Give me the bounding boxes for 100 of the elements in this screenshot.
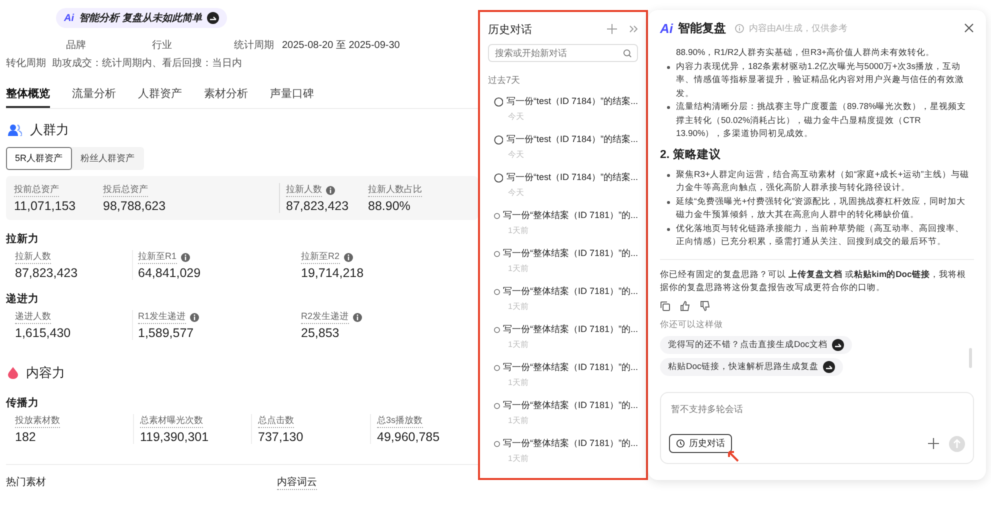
stat-label: 拉新人数 bbox=[15, 250, 51, 264]
group-title: 传播力 bbox=[6, 396, 40, 410]
conversation-time: 1天前 bbox=[508, 377, 530, 388]
info-icon[interactable] bbox=[326, 186, 335, 194]
stat-label: 拉新至R2 bbox=[301, 250, 340, 264]
tab[interactable]: 人群资产 bbox=[138, 82, 182, 108]
stat-label: 总素材曝光次数 bbox=[140, 414, 203, 428]
chat-icon bbox=[494, 172, 504, 182]
report-text: 延续“免费强曝光+付费强转化”资源配比，巩固挑战赛杠杆效应，同时加大磁力金牛预算倾斜，放大其在高意向人群中的转化稀缺价值。 bbox=[676, 194, 967, 221]
stat-value: 737,130 bbox=[258, 430, 304, 444]
report-heading: 2. 策略建议 bbox=[660, 147, 722, 162]
stat-label: 总3s播放数 bbox=[377, 414, 423, 428]
close-icon[interactable] bbox=[964, 23, 974, 33]
info-icon[interactable] bbox=[180, 252, 190, 262]
section-title: 人群力 bbox=[30, 121, 69, 139]
conversation-time: 今天 bbox=[508, 149, 525, 160]
thumbs-up-icon[interactable] bbox=[680, 300, 690, 310]
section-title: 热门素材 bbox=[6, 476, 46, 490]
plus-icon[interactable] bbox=[607, 24, 617, 34]
suggestion-chip[interactable]: 粘贴Doc链接，快速解析思路生成复盘 bbox=[660, 358, 844, 376]
stat-value: 1,615,430 bbox=[15, 326, 72, 340]
pointer-arrow-icon bbox=[727, 450, 739, 462]
search-icon[interactable] bbox=[623, 49, 632, 58]
conversation-time: 1天前 bbox=[508, 263, 530, 274]
plus-icon[interactable] bbox=[928, 438, 939, 449]
conversation-time: 今天 bbox=[508, 111, 525, 122]
conversation-item[interactable]: 写一份“整体结案（ID 7181）”的... bbox=[502, 209, 638, 222]
sub-tab[interactable]: 粉丝人群资产 bbox=[72, 147, 144, 170]
report-text: 聚焦R3+人群定向运营，结合高互动素材（如“家庭+成长+运动”主线）与磁力金牛等高意向触点，强化高阶人群承接与转化路径设计。 bbox=[676, 168, 970, 194]
chat-icon bbox=[494, 210, 500, 220]
search-field[interactable]: 搜索或开始新对话 bbox=[488, 44, 638, 62]
disclaimer: 内容由AI生成，仅供参考 bbox=[749, 22, 849, 34]
thumbs-down-icon[interactable] bbox=[700, 300, 710, 310]
info-icon[interactable] bbox=[344, 252, 353, 262]
conversation-time: 1天前 bbox=[508, 225, 530, 236]
conversation-item[interactable]: 写一份“test（ID 7184）”的结案... bbox=[506, 133, 638, 146]
stat-label: 拉新人数 bbox=[286, 183, 322, 197]
conversation-item[interactable]: 写一份“整体结案（ID 7181）”的... bbox=[502, 323, 638, 336]
chat-icon bbox=[494, 438, 500, 448]
stat-value: 88.90% bbox=[368, 199, 412, 213]
conversation-item[interactable]: 写一份“整体结案（ID 7181）”的... bbox=[502, 399, 638, 412]
conversation-time: 1天前 bbox=[508, 301, 530, 312]
conversation-time: 1天前 bbox=[508, 453, 530, 464]
stat-value: 19,714,218 bbox=[301, 266, 365, 280]
tab[interactable]: 素材分析 bbox=[204, 82, 248, 108]
report-text: 流量结构清晰分层：挑战赛主导广度覆盖（89.78%曝光次数），星视频支撑主转化（50.02%消耗占比），磁力金牛凸显精度提效（CTR 13.90%），多渠道协同初见成效。 bbox=[676, 100, 968, 140]
arrow-circle-icon bbox=[206, 12, 219, 24]
group-title: 拉新力 bbox=[6, 232, 40, 246]
bullet-icon bbox=[667, 200, 670, 204]
stat-label: 投放素材数 bbox=[15, 414, 60, 428]
info-icon[interactable] bbox=[352, 312, 362, 322]
conversion-value: 助攻成交：统计周期内、看后回搜：当日内 bbox=[52, 56, 242, 70]
stat-value: 25,853 bbox=[301, 326, 340, 340]
stat-value: 1,589,577 bbox=[138, 326, 195, 340]
conversion-label: 转化周期 bbox=[6, 56, 46, 70]
bullet-icon bbox=[667, 66, 670, 68]
meta-label: 品牌 bbox=[66, 39, 86, 52]
tab[interactable]: 流量分析 bbox=[72, 82, 116, 108]
meta-value: 2025-08-20 至 2025-09-30 bbox=[282, 39, 400, 52]
stat-value: 119,390,301 bbox=[140, 430, 210, 444]
chat-icon bbox=[494, 400, 500, 410]
stat-value: 182 bbox=[15, 430, 37, 444]
stat-value: 87,823,423 bbox=[286, 199, 350, 213]
collapse-icon[interactable] bbox=[629, 25, 638, 33]
report-text: 88.90%，R1/R2人群夯实基础，但R3+高价值人群尚未有效转化。 bbox=[676, 46, 936, 59]
copy-icon[interactable] bbox=[660, 300, 670, 310]
group-label: 过去7天 bbox=[488, 74, 522, 87]
section-title: 内容词云 bbox=[277, 475, 317, 490]
stat-label: R1发生递进 bbox=[138, 310, 186, 324]
bullet-icon bbox=[667, 228, 670, 230]
sub-tab[interactable]: 5R人群资产 bbox=[6, 147, 72, 170]
ai-promo-badge[interactable]: Ai 智能分析 复盘从未如此简单 bbox=[56, 8, 227, 28]
chat-icon bbox=[494, 362, 500, 372]
conversation-item[interactable]: 写一份“整体结案（ID 7181）”的... bbox=[502, 285, 638, 298]
stat-label: R2发生递进 bbox=[301, 310, 349, 324]
assistant-panel: Ai 智能复盘 内容由AI生成，仅供参考 88.90%，R1/R2人群夯实基础，但R3+高价值人群尚未有效转化。 内容力表现优异，182条素材驱动1.2亿次曝光与5000万+次3s播放，互动率、情感值等指标显著提升，验证精品化内容对用户兴趣与信任的有效激发。 流量结构清晰分层：挑战赛主导广度覆盖（89.78%曝光次数），星视频支撑主转化（50.02%消耗占比），磁力金牛凸显精度提效（CTR 13.90%），多渠道协同初见成效。 2. 策略建议 聚焦R3+人群定向运营，结合高互动素材（如“家庭+成长+运动”主线）与磁力金牛等高意向触点，强化高阶人群承接与转化路径设计。 延续“免费强曝光+付费强转化”资源配比，巩固挑战赛杠杆效应，同时加大磁力金牛预算倾斜，放大其在高意向人群中的转化稀缺价值。 优化落地页与转化链路承接能力，当前种草势能（高互动率、高回搜率、正向情感）已充分积累，亟需打通从关注、回搜到成交的最后环节。 你已经有固定的复盘思路？可以 上传复盘文档 或粘贴kim的Doc链接，我将根据你的复盘思路将这份复盘报告改写成更符合你的口吻。 你还可以这样做 觉得写的还不错？点击直接生成Doc文档 粘贴Doc链接，快速解析思路生成复盘 暂不支持多轮会话 历史对话 bbox=[648, 10, 986, 480]
conversation-item[interactable]: 写一份“整体结案（ID 7181）”的... bbox=[502, 247, 638, 260]
conversation-item[interactable]: 写一份“整体结案（ID 7181）”的... bbox=[502, 437, 638, 450]
history-button[interactable]: 历史对话 bbox=[669, 434, 732, 453]
conversation-item[interactable]: 写一份“整体结案（ID 7181）”的... bbox=[502, 361, 638, 374]
group-title: 递进力 bbox=[6, 292, 40, 306]
info-icon[interactable] bbox=[190, 312, 199, 322]
report-text: 内容力表现优异，182条素材驱动1.2亿次曝光与5000万+次3s播放，互动率、情感值等指标显著提升，验证精品化内容对用户兴趣与信任的有效激发。 bbox=[676, 60, 965, 100]
message-input[interactable]: 暂不支持多轮会话 bbox=[669, 403, 965, 415]
stat-label: 投后总资产 bbox=[103, 183, 148, 197]
drop-icon bbox=[8, 367, 18, 379]
conversation-time: 1天前 bbox=[508, 415, 530, 426]
conversation-item[interactable]: 写一份“test（ID 7184）”的结案... bbox=[506, 95, 638, 108]
info-icon bbox=[735, 24, 744, 32]
conversation-time: 1天前 bbox=[508, 339, 530, 350]
tab[interactable]: 整体概览 bbox=[6, 82, 50, 108]
tab[interactable]: 声量口碑 bbox=[270, 82, 314, 108]
panel-title: 历史对话 bbox=[488, 22, 533, 36]
suggestions-label: 你还可以这样做 bbox=[660, 318, 724, 330]
suggestion-chip[interactable]: 觉得写的还不错？点击直接生成Doc文档 bbox=[660, 336, 852, 354]
people-icon bbox=[8, 124, 22, 136]
chat-icon bbox=[494, 134, 504, 144]
bullet-icon bbox=[667, 174, 670, 176]
conversation-item[interactable]: 写一份“test（ID 7184）”的结案... bbox=[506, 171, 638, 184]
chat-icon bbox=[494, 324, 500, 334]
